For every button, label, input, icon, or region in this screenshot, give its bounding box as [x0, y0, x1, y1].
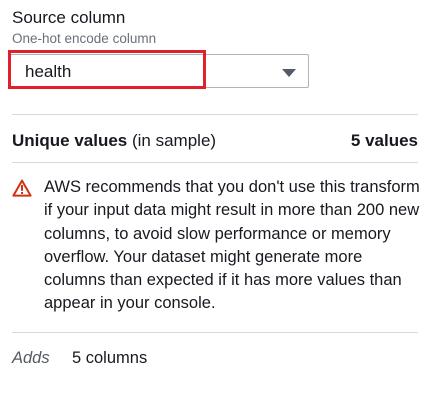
warning-message: AWS recommends that you don't use this t…: [44, 178, 420, 313]
divider-bottom: [12, 332, 418, 333]
source-column-description: One-hot encode column: [12, 31, 157, 46]
unique-values-suffix: (in sample): [127, 131, 217, 150]
divider-middle: [12, 162, 418, 163]
unique-values-count: 5 values: [350, 131, 418, 150]
adds-label: Adds: [12, 349, 50, 367]
unique-values-label: Unique values: [12, 131, 128, 150]
adds-value: 5 columns: [72, 349, 148, 367]
source-column-label: Source column: [12, 8, 126, 27]
divider-top: [12, 114, 418, 115]
selection-highlight-box: [8, 50, 206, 89]
warning-triangle-icon: [12, 179, 32, 197]
caret-down-icon[interactable]: [281, 68, 297, 78]
unique-values-title: Unique values (in sample): [12, 130, 216, 152]
